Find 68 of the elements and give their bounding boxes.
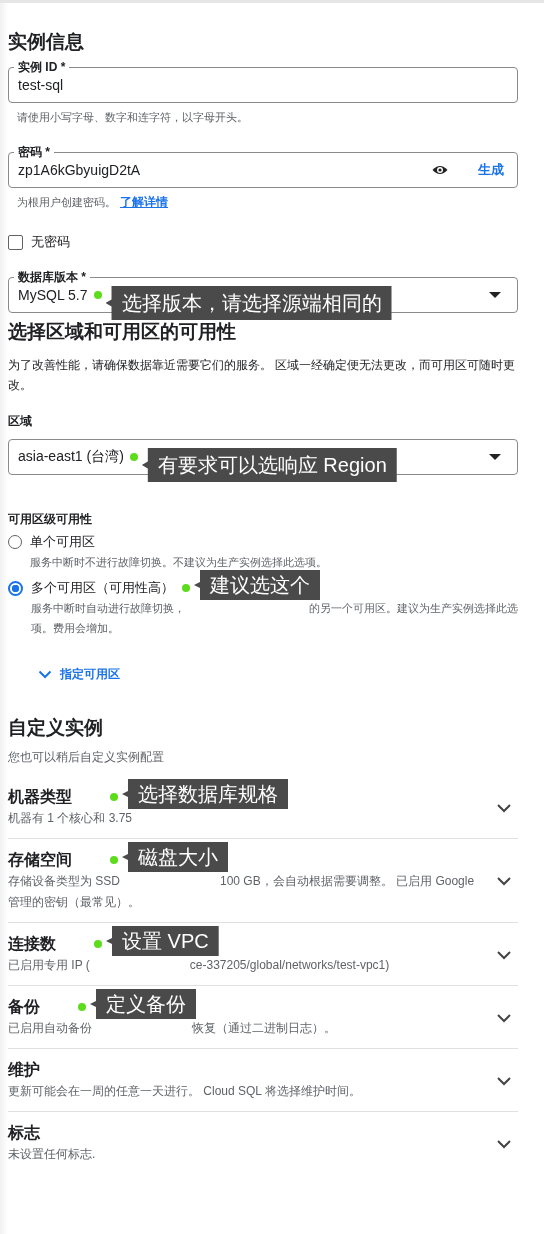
section-title: 实例信息 (8, 30, 85, 54)
annotation-tooltip: 设置 VPC (106, 926, 219, 956)
annotation-tooltip: 选择版本，请选择源端相同的 (105, 286, 392, 320)
row-title: 标志 (8, 1123, 40, 1143)
chevron-down-icon (496, 802, 512, 813)
chevron-down-icon (496, 1138, 512, 1149)
chevron-down-icon (496, 1075, 512, 1086)
eye-icon[interactable] (432, 164, 448, 176)
row-description: 已启用自动备份 恢复（通过二进制日志）。 (8, 1020, 337, 1037)
helper-text: 为根用户创建密码。 (17, 195, 116, 209)
chevron-down-icon (496, 876, 512, 886)
expandable-row[interactable]: 维护 更新可能会在一周的任意一天进行。 Cloud SQL 将选择维护时间。 (8, 1049, 518, 1112)
row-title: 存储空间 (8, 850, 72, 870)
chevron-down-icon (38, 670, 52, 679)
row-title: 机器类型 (8, 787, 72, 807)
annotation-tooltip: 磁盘大小 (122, 842, 228, 872)
expandable-row[interactable]: 机器类型 选择数据库规格 机器有 1 个核心和 3.75 (8, 776, 518, 839)
row-title: 连接数 (8, 934, 56, 954)
field-label: 数据库版本 * (14, 270, 90, 284)
row-title: 备份 (8, 997, 40, 1017)
region-label: 区域 (8, 413, 33, 430)
generate-button[interactable]: 生成 (474, 157, 508, 183)
row-description: 机器有 1 个核心和 3.75 (8, 810, 134, 827)
annotation-dot (94, 940, 102, 948)
row-description: 存储设备类型为 SSD 100 GB，会自动根据需要调整。 已启用 Google 管理的密钥（最常见）。 (8, 873, 476, 911)
section-subtitle: 您也可以稍后自定义实例配置 (8, 749, 165, 766)
annotation-dot (110, 793, 118, 801)
field-label: 实例 ID * (14, 60, 70, 74)
learn-more-link[interactable]: 了解详情 (120, 195, 168, 209)
section-title: 选择区域和可用区的可用性 (8, 320, 237, 344)
annotation-tooltip: 选择数据库规格 (122, 779, 288, 809)
dropdown-caret-icon (488, 291, 502, 299)
field-label: 密码 * (14, 145, 54, 159)
annotation-dot (129, 453, 138, 461)
availability-label: 可用区级可用性 (8, 511, 93, 528)
option-label: 单个可用区 (30, 533, 95, 551)
section-description: 为了改善性能，请确保数据靠近需要它们的服务。 区域一经确定便无法更改，而可用区可随时更改。 (8, 357, 517, 394)
field-value: MySQL 5.7 (18, 287, 88, 303)
checkbox-label: 无密码 (31, 233, 70, 251)
row-description: 未设置任何标志. (8, 1146, 97, 1163)
expandable-row[interactable]: 备份 定义备份 已启用自动备份 恢复（通过二进制日志）。 (8, 986, 518, 1049)
row-description: 已启用专用 IP ( ce-337205/global/networks/test-vpc1) (8, 957, 391, 974)
annotation-dot (110, 856, 118, 864)
checkbox[interactable] (8, 234, 23, 250)
annotation-tooltip: 有要求可以选响应 Region (141, 448, 397, 482)
option-description: 服务中断时自动进行故障切换， 的另一个可用区。建议为生产实例选择此选项。费用会增加。 (31, 601, 518, 636)
option-description: 服务中断时不进行故障切换。不建议为生产实例选择此选项。 (30, 555, 327, 570)
section-title: 自定义实例 (8, 716, 104, 740)
chevron-down-icon (496, 1012, 512, 1023)
chevron-down-icon (496, 949, 512, 960)
annotation-dot (182, 584, 190, 592)
field-value: test-sql (18, 77, 64, 93)
annotation-dot (78, 1003, 86, 1011)
specify-zones-button[interactable]: 指定可用区 (38, 666, 120, 683)
annotation-tooltip: 建议选这个 (194, 570, 320, 600)
option-label: 多个可用区（可用性高） (31, 579, 174, 597)
row-title: 维护 (8, 1060, 40, 1080)
field-value: asia-east1 (台湾) (18, 448, 124, 466)
helper-text: 请使用小写字母、数字和连字符，以字母开头。 (17, 110, 249, 124)
dropdown-caret-icon (488, 453, 502, 461)
annotation-tooltip: 定义备份 (90, 989, 196, 1019)
expandable-row[interactable]: 连接数 设置 VPC 已启用专用 IP ( ce-337205/global/networks/test-vpc1) (8, 923, 518, 986)
expandable-row[interactable]: 标志 未设置任何标志. (8, 1112, 518, 1174)
field-value: zp1A6kGbyuigD2tA (18, 162, 141, 178)
annotation-dot (93, 291, 102, 299)
radio-button[interactable] (8, 581, 23, 596)
row-description: 更新可能会在一周的任意一天进行。 Cloud SQL 将选择维护时间。 (8, 1083, 362, 1100)
expandable-row[interactable]: 存储空间 磁盘大小 存储设备类型为 SSD 100 GB，会自动根据需要调整。 已启用 Google 管理的密钥（最常见）。 (8, 839, 518, 923)
